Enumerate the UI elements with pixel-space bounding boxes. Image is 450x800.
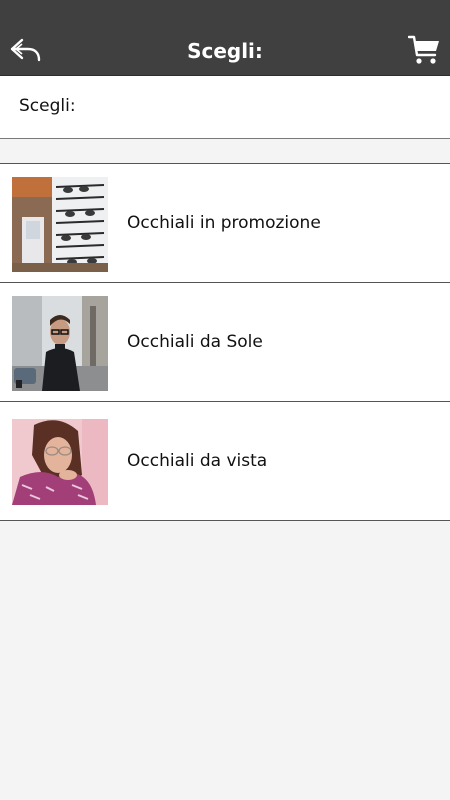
shopping-cart-icon <box>407 35 439 64</box>
top-bar: Scegli: <box>0 0 450 76</box>
cart-button[interactable] <box>407 34 440 66</box>
section-label: Scegli: <box>19 96 76 116</box>
woman-with-glasses-photo <box>12 415 108 510</box>
man-with-glasses-photo <box>12 296 108 391</box>
list-item-label: Occhiali da Sole <box>127 332 263 352</box>
list-item-occhiali-vista[interactable]: Occhiali da vista <box>0 402 450 521</box>
eyewear-display-photo <box>12 177 108 272</box>
section-header: Scegli: <box>0 76 450 139</box>
list-item-label: Occhiali in promozione <box>127 213 321 233</box>
list-item-label: Occhiali da vista <box>127 451 268 471</box>
app-screen: Scegli: Scegli: Occhiali in promozione O… <box>0 0 450 800</box>
page-title: Scegli: <box>187 39 263 63</box>
category-list: Occhiali in promozione Occhiali da Sole … <box>0 163 450 521</box>
list-item-occhiali-sole[interactable]: Occhiali da Sole <box>0 283 450 402</box>
list-item-occhiali-promozione[interactable]: Occhiali in promozione <box>0 164 450 283</box>
